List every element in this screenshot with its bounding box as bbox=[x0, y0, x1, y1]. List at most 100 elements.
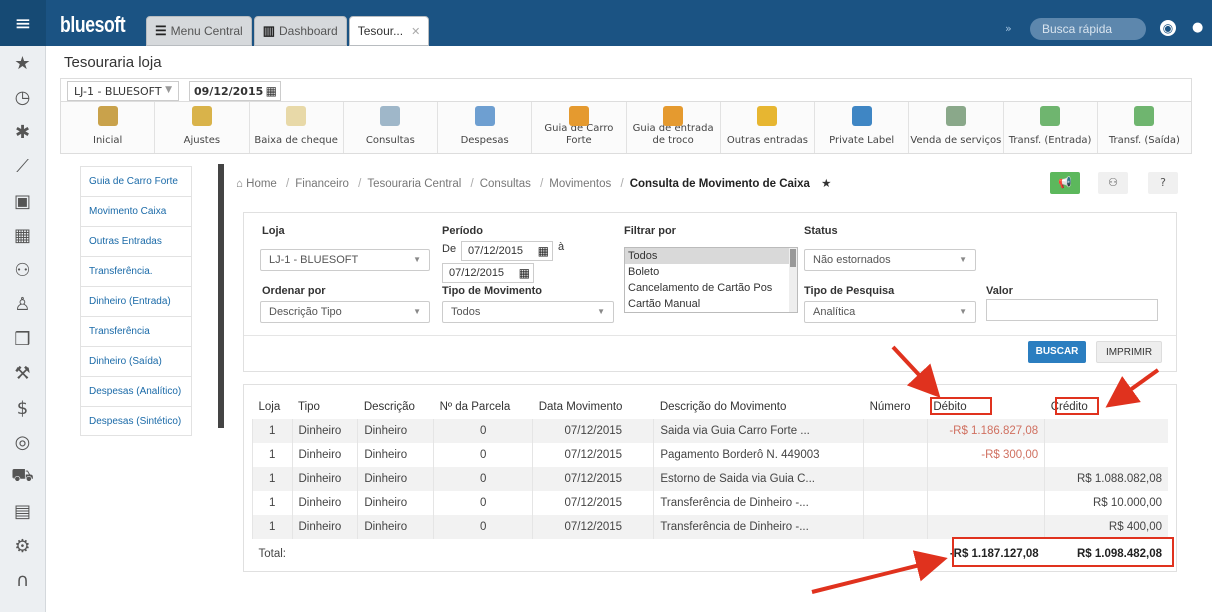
loja-select[interactable]: LJ-1 - BLUESOFT ▼ bbox=[260, 249, 430, 271]
home-icon: ⌂ bbox=[236, 178, 243, 190]
toolbar-button[interactable]: Guia de Carro Forte bbox=[532, 102, 627, 153]
filtrar-listbox[interactable]: Todos Boleto Cancelamento de Cartão Pos … bbox=[624, 247, 798, 313]
subnav-item[interactable]: Transferência. bbox=[80, 256, 192, 286]
globe-icon[interactable]: ◉ bbox=[1160, 20, 1176, 36]
date-to-input[interactable]: 07/12/2015 ▦ bbox=[442, 263, 534, 283]
briefcase-icon[interactable]: ▣ bbox=[0, 184, 45, 219]
users-button[interactable]: ⚇ bbox=[1098, 172, 1128, 194]
toolbar-button[interactable]: Venda de serviços bbox=[909, 102, 1004, 153]
toolbar-button[interactable]: Outras entradas bbox=[721, 102, 815, 153]
toolbar-button[interactable]: Transf. (Saída) bbox=[1098, 102, 1191, 153]
table-row[interactable]: 1 Dinheiro Dinheiro 0 07/12/2015 Saida via Gu… bbox=[252, 419, 1168, 443]
table-row[interactable]: 1 Dinheiro Dinheiro 0 07/12/2015 Estorno de S… bbox=[252, 467, 1168, 491]
subnav-item[interactable]: Despesas (Sintético) bbox=[80, 406, 192, 436]
breadcrumb-home[interactable]: Home bbox=[246, 178, 277, 190]
line-chart-icon[interactable]: ⟋ bbox=[0, 150, 45, 185]
toolbar-button-label: Baixa de cheque bbox=[254, 135, 338, 146]
chevron-down-icon[interactable]: » bbox=[1005, 22, 1012, 35]
gear-icon[interactable]: ✱ bbox=[0, 115, 45, 150]
column-header[interactable]: Descrição bbox=[358, 395, 434, 419]
table-row[interactable]: 1 Dinheiro Dinheiro 0 07/12/2015 Transferênci… bbox=[252, 515, 1168, 539]
list-option[interactable]: Todos bbox=[625, 248, 797, 264]
column-header[interactable]: Tipo bbox=[292, 395, 358, 419]
toolbar-button[interactable]: Despesas bbox=[438, 102, 533, 153]
calendar-icon[interactable]: ▦ bbox=[519, 266, 530, 280]
subnav-item[interactable]: Transferência bbox=[80, 316, 192, 346]
toolbar-button[interactable]: Transf. (Entrada) bbox=[1004, 102, 1098, 153]
subnav-item[interactable]: Dinheiro (Saída) bbox=[80, 346, 192, 376]
breadcrumb-item[interactable]: Financeiro bbox=[295, 178, 349, 190]
table-cell bbox=[863, 491, 928, 515]
table-row[interactable]: 1 Dinheiro Dinheiro 0 07/12/2015 Transferênci… bbox=[252, 491, 1168, 515]
star-icon[interactable]: ★ bbox=[0, 46, 45, 81]
person-icon[interactable]: ♙ bbox=[0, 288, 45, 323]
subnav-item[interactable]: Guia de Carro Forte bbox=[80, 166, 192, 196]
caret-down-icon: ▼ bbox=[413, 255, 421, 264]
breadcrumb-item[interactable]: Movimentos bbox=[549, 178, 611, 190]
toolbar-button[interactable]: Guia de entrada de troco bbox=[627, 102, 721, 153]
store-select[interactable]: LJ-1 - BLUESOFT ▼ bbox=[67, 81, 179, 101]
tab-dashboard[interactable]: ▥ Dashboard bbox=[253, 16, 347, 46]
tab-tesouraria[interactable]: Tesour... ✕ bbox=[348, 16, 430, 46]
tab-menu-central[interactable]: ☰ Menu Central bbox=[146, 16, 252, 46]
table-cell: 0 bbox=[433, 515, 533, 539]
subnav-item[interactable]: Outras Entradas bbox=[80, 226, 192, 256]
toolbar-button[interactable]: Inicial bbox=[61, 102, 156, 153]
dollar-icon[interactable]: $ bbox=[0, 391, 45, 426]
calculator-icon[interactable]: ▦ bbox=[0, 219, 45, 254]
toolbar-button-label: Transf. (Saída) bbox=[1108, 135, 1180, 146]
quick-search-input[interactable]: Busca rápida bbox=[1030, 18, 1146, 40]
list-option[interactable]: Cartão Manual bbox=[625, 296, 797, 312]
buscar-button[interactable]: BUSCAR bbox=[1028, 341, 1086, 363]
toolbar-button[interactable]: Consultas bbox=[344, 102, 438, 153]
table-cell: 07/12/2015 bbox=[532, 515, 654, 539]
cheque-icon bbox=[286, 106, 307, 126]
breadcrumb-item[interactable]: Tesouraria Central bbox=[367, 178, 461, 190]
list-option[interactable]: Boleto bbox=[625, 264, 797, 280]
users-icon[interactable]: ⚇ bbox=[0, 253, 45, 288]
help-button[interactable]: ? bbox=[1148, 172, 1178, 194]
tipo-pesquisa-select[interactable]: Analítica ▼ bbox=[804, 301, 976, 323]
clock-icon[interactable]: ◷ bbox=[0, 81, 45, 116]
tipo-movimento-select[interactable]: Todos ▼ bbox=[442, 301, 614, 323]
valor-input[interactable] bbox=[986, 299, 1158, 321]
date-from-input[interactable]: 07/12/2015 ▦ bbox=[461, 241, 553, 261]
support-icon[interactable]: ∩ bbox=[0, 564, 45, 599]
column-header[interactable]: Número bbox=[864, 395, 928, 419]
calendar-icon[interactable]: ▦ bbox=[538, 244, 549, 258]
column-header[interactable]: Nº da Parcela bbox=[434, 395, 533, 419]
calendar-icon[interactable]: ▦ bbox=[266, 84, 277, 98]
column-header[interactable]: Descrição do Movimento bbox=[654, 395, 864, 419]
bullhorn-button[interactable]: 📢 bbox=[1050, 172, 1080, 194]
ordenar-select[interactable]: Descrição Tipo ▼ bbox=[260, 301, 430, 323]
toolbar-button[interactable]: Ajustes bbox=[155, 102, 250, 153]
subnav-item[interactable]: Dinheiro (Entrada) bbox=[80, 286, 192, 316]
subnav-item[interactable]: Movimento Caixa bbox=[80, 196, 192, 226]
close-icon[interactable]: ✕ bbox=[411, 25, 420, 38]
subnav-item[interactable]: Despesas (Analítico) bbox=[80, 376, 192, 406]
breadcrumb-item[interactable]: Consultas bbox=[480, 178, 531, 190]
column-header[interactable]: Data Movimento bbox=[533, 395, 654, 419]
building-icon[interactable]: ▤ bbox=[0, 495, 45, 530]
date-field[interactable]: 09/12/2015 ▦ bbox=[189, 81, 281, 101]
headset-icon[interactable]: ◎ bbox=[0, 426, 45, 461]
toolbar-button[interactable]: Baixa de cheque bbox=[250, 102, 344, 153]
loja-label: Loja bbox=[262, 225, 285, 237]
scrollbar[interactable] bbox=[218, 164, 224, 428]
column-header[interactable]: Loja bbox=[253, 395, 293, 419]
list-option[interactable]: Cancelamento de Cartão Pos bbox=[625, 280, 797, 296]
hamburger-menu-icon[interactable]: ≡ bbox=[0, 0, 46, 46]
toolbar-button-label: Ajustes bbox=[183, 135, 221, 146]
brand-logo[interactable]: bluesoft bbox=[60, 12, 126, 38]
boxes-icon[interactable]: ❒ bbox=[0, 322, 45, 357]
wrench-icon[interactable]: ⚒ bbox=[0, 357, 45, 392]
status-select[interactable]: Não estornados ▼ bbox=[804, 249, 976, 271]
scrollbar[interactable] bbox=[789, 248, 797, 312]
toolbar-button[interactable]: Private Label bbox=[815, 102, 910, 153]
table-row[interactable]: 1 Dinheiro Dinheiro 0 07/12/2015 Pagamento Bo… bbox=[252, 443, 1168, 467]
star-icon[interactable]: ★ bbox=[821, 178, 831, 190]
cogs-icon[interactable]: ⚙ bbox=[0, 529, 45, 564]
truck-icon[interactable]: ⛟ bbox=[0, 460, 45, 495]
imprimir-button[interactable]: IMPRIMIR bbox=[1096, 341, 1162, 363]
user-icon[interactable]: ● bbox=[1192, 20, 1203, 35]
